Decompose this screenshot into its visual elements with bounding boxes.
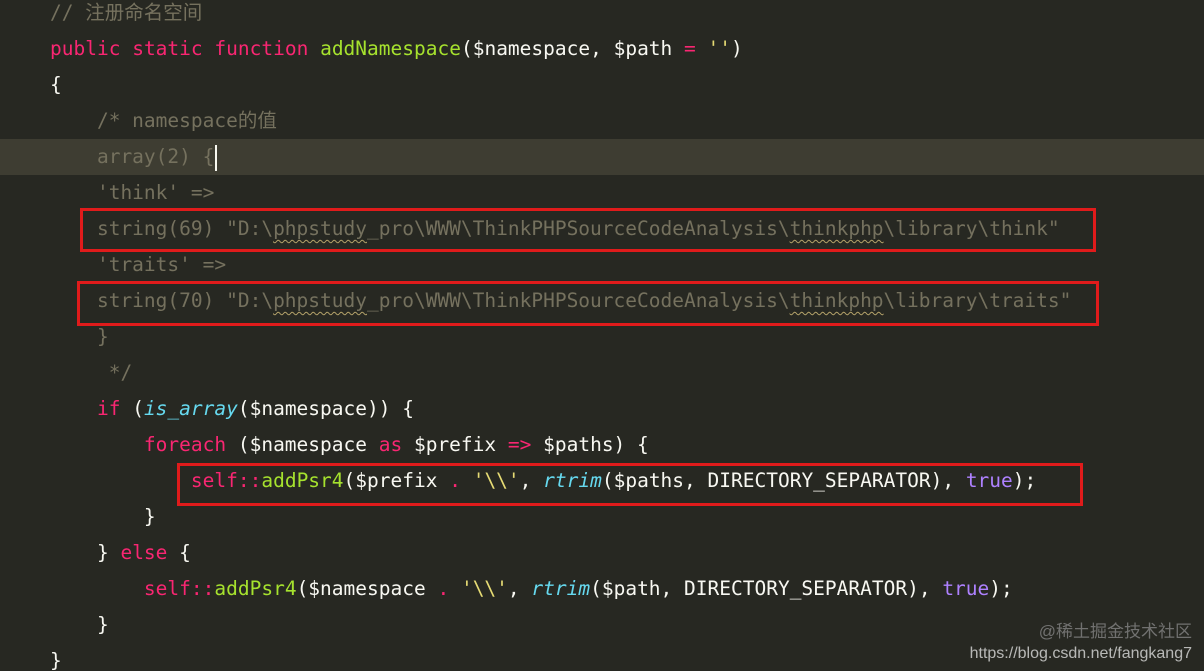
code-token: . [437, 577, 450, 600]
code-line-content: foreach ($namespace as $prefix => $paths… [50, 427, 649, 463]
code-token: = [684, 37, 696, 60]
code-token: 'think' => [50, 181, 215, 204]
code-line[interactable]: */ [0, 355, 1204, 391]
code-line-content: } [50, 607, 109, 643]
code-token: static [132, 37, 203, 60]
code-token: true [942, 577, 990, 600]
watermark-site: @稀土掘金技术社区 [1038, 622, 1192, 641]
code-line[interactable]: array(2) { [0, 139, 1204, 175]
code-token: { [50, 73, 62, 96]
code-line-content: */ [50, 355, 133, 391]
code-token: ($namespace)) { [237, 397, 414, 420]
code-token: addNamespace [320, 37, 461, 60]
code-token: } [50, 649, 62, 671]
code-token: ); [989, 577, 1013, 600]
code-token: $prefix [402, 433, 508, 456]
code-line-content: } [50, 499, 156, 535]
code-line[interactable]: } else { [0, 535, 1204, 571]
watermark: @稀土掘金技术社区 https://blog.csdn.net/fangkang… [970, 621, 1192, 665]
code-line-content: /* namespace的值 [50, 103, 277, 139]
code-token: function [214, 37, 309, 60]
code-token: self [143, 577, 191, 600]
watermark-url: https://blog.csdn.net/fangkang7 [969, 645, 1192, 662]
code-token: ($path, DIRECTORY_SEPARATOR), [590, 577, 943, 600]
code-line-content: self::addPsr4($namespace . '\\', rtrim($… [50, 571, 1013, 607]
code-token: '\\' [460, 577, 508, 600]
code-token: { [167, 541, 191, 564]
code-token: /* namespace的值 [50, 109, 277, 132]
code-token: } [50, 505, 156, 528]
code-token: foreach [143, 433, 227, 456]
annotation-box-traits-path [77, 281, 1099, 326]
code-line-content: 'think' => [50, 175, 214, 211]
annotation-box-addpsr4-call [177, 463, 1083, 506]
code-line-content: 'traits' => [50, 247, 226, 283]
code-line-content: } else { [50, 535, 191, 571]
code-token: ) [731, 37, 743, 60]
code-line[interactable]: /* namespace的值 [0, 103, 1204, 139]
code-line-content: if (is_array($namespace)) { [50, 391, 414, 427]
code-line[interactable]: // 注册命名空间 [0, 0, 1204, 31]
code-line[interactable]: self::addPsr4($namespace . '\\', rtrim($… [0, 571, 1204, 607]
code-token: , [507, 577, 532, 600]
code-token: '' [707, 37, 732, 60]
code-token: ($namespace [226, 433, 379, 456]
code-token: $paths) { [531, 433, 649, 456]
code-token: } [50, 613, 109, 636]
code-token: 'traits' => [50, 253, 227, 276]
code-token: addPsr4 [214, 577, 297, 600]
code-line-content: // 注册命名空间 [50, 0, 202, 31]
code-token: rtrim [531, 577, 591, 600]
code-token: } [50, 325, 109, 348]
code-line[interactable]: public static function addNamespace($nam… [0, 31, 1204, 67]
code-line[interactable]: 'think' => [0, 175, 1204, 211]
code-token: ($namespace, $path [460, 37, 685, 60]
code-token: public [50, 37, 121, 60]
code-token: ($namespace [296, 577, 438, 600]
code-line-content: } [50, 643, 62, 671]
code-line-content: public static function addNamespace($nam… [50, 31, 743, 67]
code-editor[interactable]: // 注册命名空间 public static function addNames… [0, 0, 1204, 671]
code-token: // 注册命名空间 [50, 1, 203, 24]
code-token: => [507, 433, 532, 456]
code-token: is_array [143, 397, 238, 420]
code-token: else [120, 541, 168, 564]
code-line-content: { [50, 67, 62, 103]
code-line-content: array(2) { [50, 139, 218, 175]
code-line[interactable]: if (is_array($namespace)) { [0, 391, 1204, 427]
code-line[interactable]: { [0, 67, 1204, 103]
code-token: */ [50, 361, 133, 384]
code-token: :: [190, 577, 215, 600]
code-token: as [378, 433, 403, 456]
code-line[interactable]: 'traits' => [0, 247, 1204, 283]
code-token: array(2) { [50, 145, 215, 168]
code-token: } [50, 541, 121, 564]
code-line[interactable]: foreach ($namespace as $prefix => $paths… [0, 427, 1204, 463]
code-token: if [96, 397, 121, 420]
code-token: ( [120, 397, 144, 420]
annotation-box-think-path [80, 208, 1096, 252]
text-cursor [215, 144, 218, 171]
